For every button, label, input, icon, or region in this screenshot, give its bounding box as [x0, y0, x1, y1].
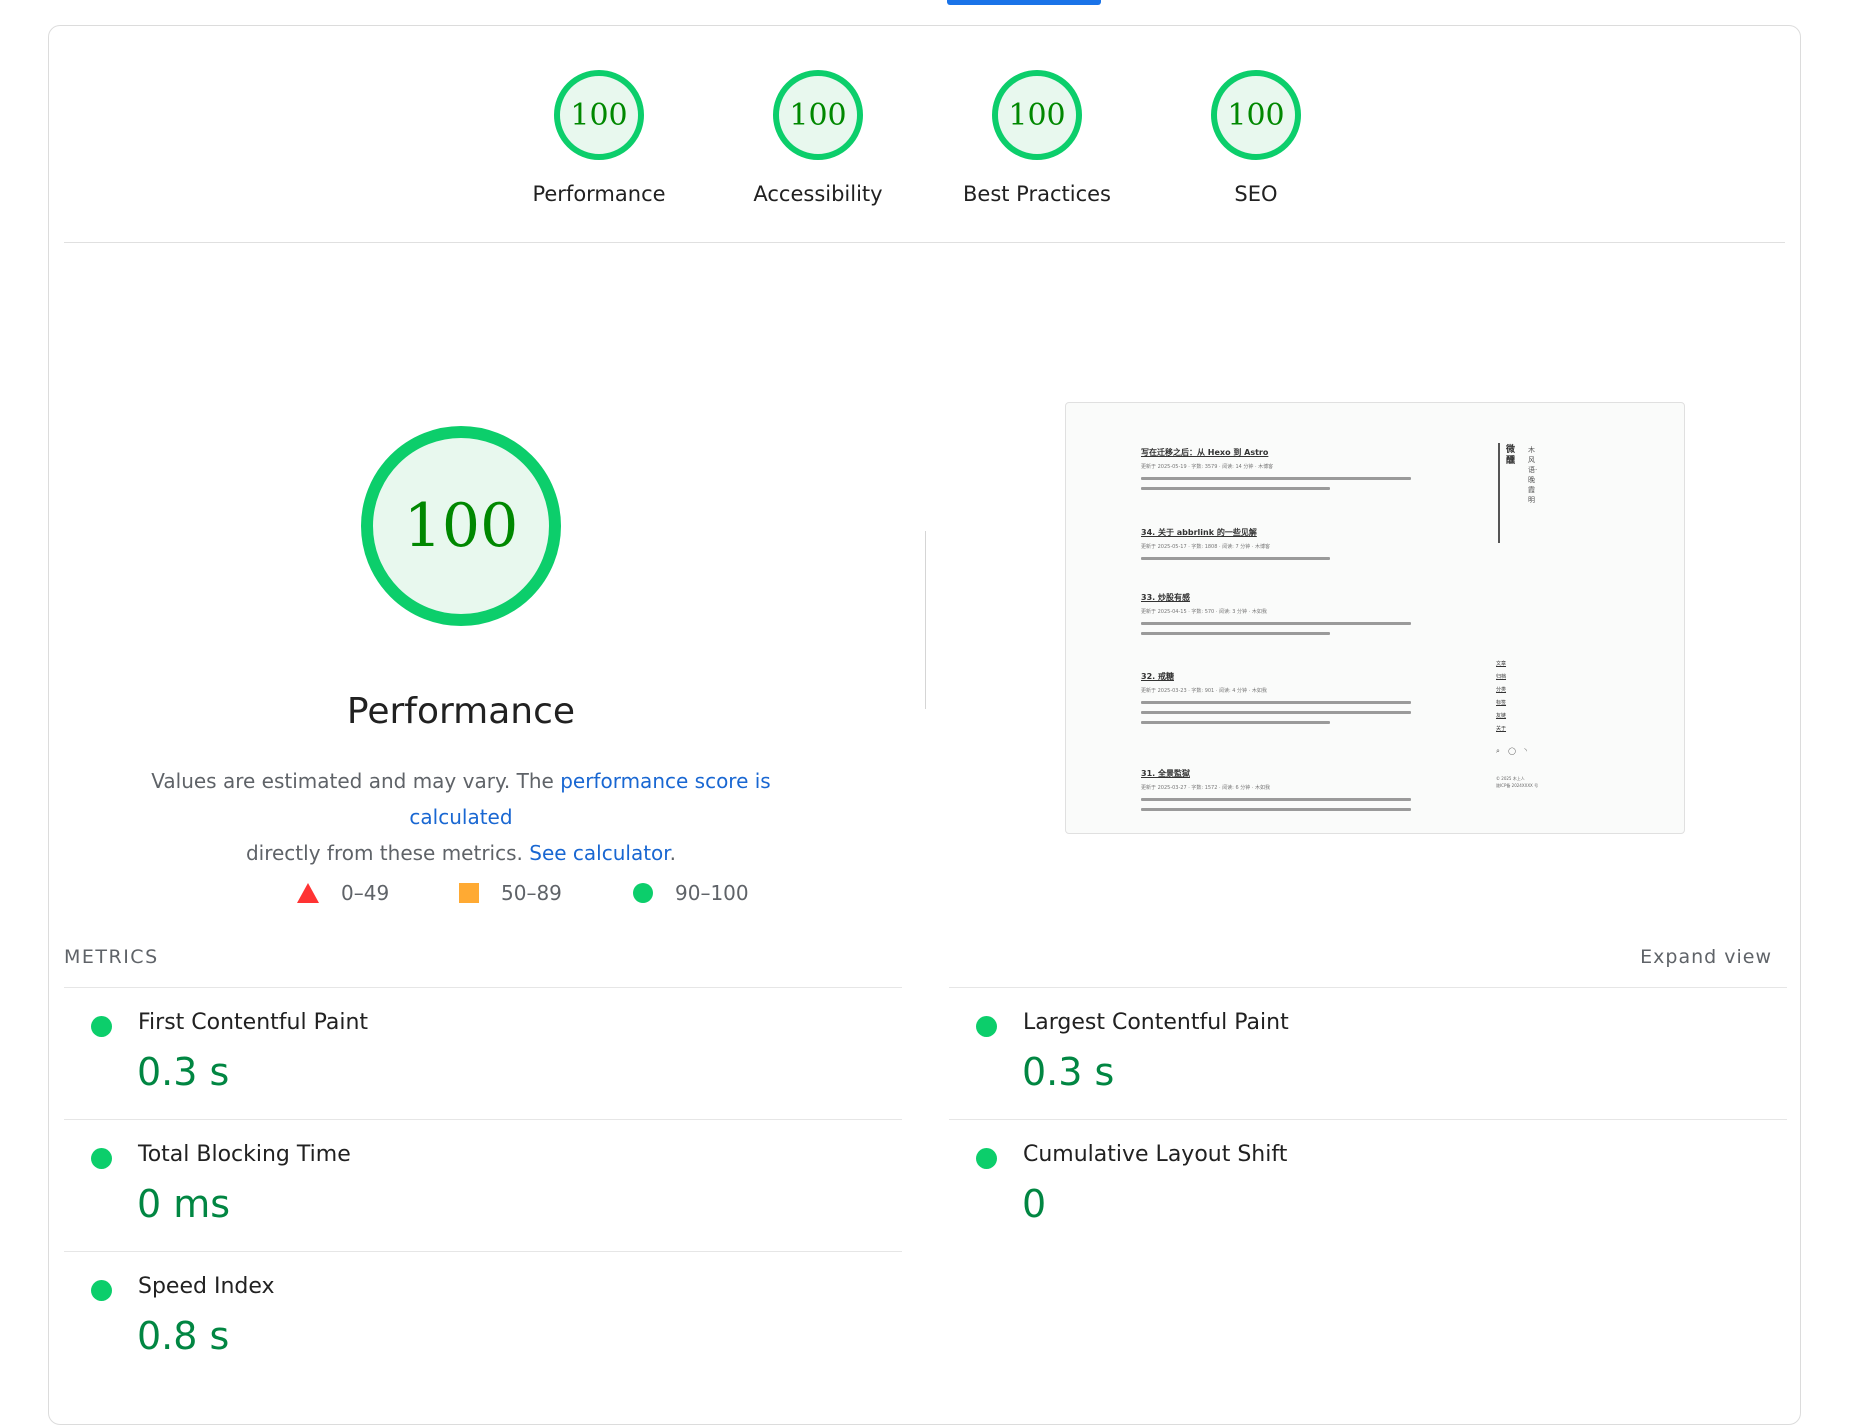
gauge-score: 100 — [1211, 70, 1301, 160]
gauge-score: 100 — [773, 70, 863, 160]
metric-label: Largest Contentful Paint — [1023, 1010, 1289, 1035]
thumb-footer-line: © 2025 木上人 — [1496, 776, 1525, 781]
metric-cumulative-layout-shift: Cumulative Layout Shift 0 — [949, 1119, 1787, 1251]
metric-label: Total Blocking Time — [138, 1142, 351, 1167]
thumb-nav-item: 友链 — [1496, 713, 1507, 719]
report-card: 100 Performance 100 Accessibility 100 Be… — [48, 25, 1801, 1425]
triangle-icon — [297, 883, 319, 903]
thumb-article: 33. 炒股有感 更新于 2025-04-15 · 字数: 570 · 阅读: … — [1141, 592, 1411, 635]
pass-circle-icon — [91, 1280, 112, 1301]
pass-circle-icon — [976, 1148, 997, 1169]
thumb-footer-line: 陇ICP备 2024XXXX 号 — [1496, 783, 1539, 788]
legend-range: 90–100 — [675, 881, 749, 905]
gauge-label: Best Practices — [963, 182, 1111, 206]
thumb-article-meta: 更新于 2025-03-23 · 字数: 901 · 阅读: 4 分钟 · 木如… — [1141, 688, 1267, 694]
pass-circle-icon — [976, 1016, 997, 1037]
expand-view-toggle[interactable]: Expand view — [1640, 946, 1772, 968]
thumb-nav-item: 标签 — [1496, 700, 1507, 706]
performance-description: Values are estimated and may vary. The p… — [109, 763, 813, 871]
legend-range: 0–49 — [341, 881, 390, 905]
description-text: directly from these metrics. — [245, 841, 530, 865]
score-legend: 0–49 50–89 90–100 — [249, 881, 769, 911]
thumb-article-title: 写在迁移之后：从 Hexo 到 Astro — [1141, 448, 1269, 457]
thumb-article-meta: 更新于 2025-05-17 · 字数: 1808 · 阅读: 7 分钟 · 木… — [1141, 544, 1270, 550]
final-screenshot-thumbnail[interactable]: 写在迁移之后：从 Hexo 到 Astro 更新于 2025-05-19 · 字… — [1065, 402, 1685, 834]
thumb-article: 写在迁移之后：从 Hexo 到 Astro 更新于 2025-05-19 · 字… — [1141, 447, 1411, 490]
thumb-text-line — [1141, 487, 1330, 490]
description-text: . — [669, 841, 677, 865]
metric-speed-index: Speed Index 0.8 s — [64, 1251, 902, 1383]
thumb-site-motto: 木风语·晚霞明 — [1528, 446, 1538, 504]
see-calculator-link[interactable]: See calculator — [529, 841, 669, 865]
legend-range: 50–89 — [501, 881, 562, 905]
thumb-text-line — [1141, 798, 1411, 801]
metric-largest-contentful-paint: Largest Contentful Paint 0.3 s — [949, 987, 1787, 1119]
thumb-text-line — [1141, 477, 1411, 480]
metric-value: 0 ms — [137, 1182, 231, 1226]
thumb-text-line — [1141, 711, 1411, 714]
pass-circle-icon — [91, 1016, 112, 1037]
thumb-text-line — [1141, 808, 1411, 811]
metric-label: Speed Index — [138, 1274, 275, 1299]
metric-value: 0.3 s — [1022, 1050, 1115, 1094]
thumb-nav-item: 分类 — [1496, 687, 1507, 693]
thumb-nav-item: 关于 — [1496, 726, 1507, 732]
thumb-site-name: 微醺 — [1506, 445, 1516, 466]
active-tab-indicator — [947, 0, 1101, 5]
gauge-label: SEO — [1234, 182, 1278, 206]
gauge-label: Performance — [532, 182, 666, 206]
thumb-article-meta: 更新于 2025-03-27 · 字数: 1572 · 阅读: 6 分钟 · 木… — [1141, 785, 1270, 791]
thumb-text-line — [1141, 721, 1330, 724]
thumb-side-bar — [1498, 443, 1500, 543]
legend-average: 50–89 — [459, 881, 562, 905]
thumb-nav: 文章 归档 分类 标签 友链 关于 — [1496, 658, 1506, 736]
gauges-divider — [64, 242, 1785, 243]
gauge-best-practices[interactable]: 100 Best Practices — [947, 70, 1127, 206]
thumb-footer: © 2025 木上人 陇ICP备 2024XXXX 号 — [1496, 775, 1538, 789]
metric-value: 0.8 s — [137, 1314, 230, 1358]
thumb-article-title: 32. 戒糖 — [1141, 672, 1174, 681]
legend-pass: 90–100 — [633, 881, 749, 905]
metric-first-contentful-paint: First Contentful Paint 0.3 s — [64, 987, 902, 1119]
metric-value: 0 — [1022, 1182, 1047, 1226]
thumb-nav-item: 文章 — [1496, 661, 1507, 667]
metric-label: Cumulative Layout Shift — [1023, 1142, 1288, 1167]
gauge-label: Accessibility — [753, 182, 883, 206]
circle-icon — [633, 883, 653, 903]
thumb-article-meta: 更新于 2025-05-19 · 字数: 3579 · 阅读: 14 分钟 · … — [1141, 464, 1274, 470]
gauge-score: 100 — [554, 70, 644, 160]
pass-circle-icon — [91, 1148, 112, 1169]
thumb-article-meta: 更新于 2025-04-15 · 字数: 570 · 阅读: 3 分钟 · 木如… — [1141, 609, 1267, 615]
thumb-article: 34. 关于 abbrlink 的一些见解 更新于 2025-05-17 · 字… — [1141, 527, 1411, 560]
vertical-divider — [925, 531, 926, 709]
thumb-article-title: 31. 全景監獄 — [1141, 769, 1190, 778]
thumb-text-line — [1141, 622, 1411, 625]
legend-fail: 0–49 — [297, 881, 389, 905]
metric-value: 0.3 s — [137, 1050, 230, 1094]
metrics-header: METRICS — [64, 946, 159, 968]
thumb-text-line — [1141, 557, 1330, 560]
gauge-accessibility[interactable]: 100 Accessibility — [728, 70, 908, 206]
square-icon — [459, 883, 479, 903]
performance-score-gauge: 100 — [361, 426, 561, 626]
description-text: Values are estimated and may vary. The — [151, 769, 561, 793]
metric-total-blocking-time: Total Blocking Time 0 ms — [64, 1119, 902, 1251]
gauge-performance[interactable]: 100 Performance — [509, 70, 689, 206]
thumb-nav-item: 归档 — [1496, 674, 1507, 680]
gauge-score: 100 — [992, 70, 1082, 160]
thumb-article-title: 34. 关于 abbrlink 的一些见解 — [1141, 528, 1257, 537]
thumb-social-icons: ⌕ ◯ ◝ — [1496, 747, 1530, 755]
thumb-article-title: 33. 炒股有感 — [1141, 593, 1190, 602]
metric-label: First Contentful Paint — [138, 1010, 369, 1035]
performance-title: Performance — [346, 691, 576, 732]
thumb-text-line — [1141, 632, 1330, 635]
gauge-seo[interactable]: 100 SEO — [1166, 70, 1346, 206]
thumb-article: 31. 全景監獄 更新于 2025-03-27 · 字数: 1572 · 阅读:… — [1141, 768, 1411, 811]
thumb-article: 32. 戒糖 更新于 2025-03-23 · 字数: 901 · 阅读: 4 … — [1141, 671, 1411, 724]
thumb-text-line — [1141, 701, 1411, 704]
category-gauges: 100 Performance 100 Accessibility 100 Be… — [49, 70, 1800, 220]
